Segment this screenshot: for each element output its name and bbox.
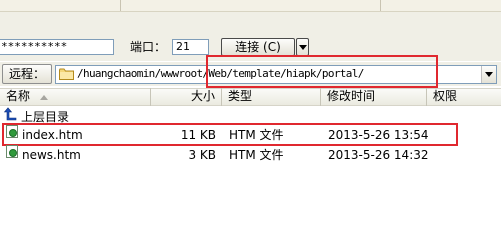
path-dropdown-button[interactable] [481,66,496,83]
file-size: 3 KB [188,148,216,162]
folder-icon [59,68,74,80]
file-modified: 2013-5-26 14:32 [328,148,429,162]
column-header-name[interactable]: 名称 [0,88,151,106]
toolbar-separator [380,0,381,11]
highlight-box-path [206,55,438,88]
connect-button[interactable]: 连接 (C) [221,38,295,56]
column-header-permissions[interactable]: 权限 [427,88,501,106]
table-row[interactable]: news.htm 3 KB HTM 文件 2013-5-26 14:32 [0,145,501,165]
sort-ascending-icon [40,95,48,100]
remote-label-button[interactable]: 远程： [2,64,52,84]
top-toolbar-strip [0,0,501,12]
password-field[interactable]: ********** [0,39,114,55]
toolbar-separator [120,0,121,11]
up-arrow-icon [3,107,17,121]
column-header-type[interactable]: 类型 [222,88,321,106]
column-header-modified[interactable]: 修改时间 [321,88,427,106]
port-label: 端口： [130,40,167,54]
connect-dropdown-button[interactable] [296,38,309,56]
file-type: HTM 文件 [229,148,284,162]
highlight-box-file [2,123,458,146]
port-field[interactable]: 21 [172,39,209,55]
column-header-size[interactable]: 大小 [151,88,222,106]
